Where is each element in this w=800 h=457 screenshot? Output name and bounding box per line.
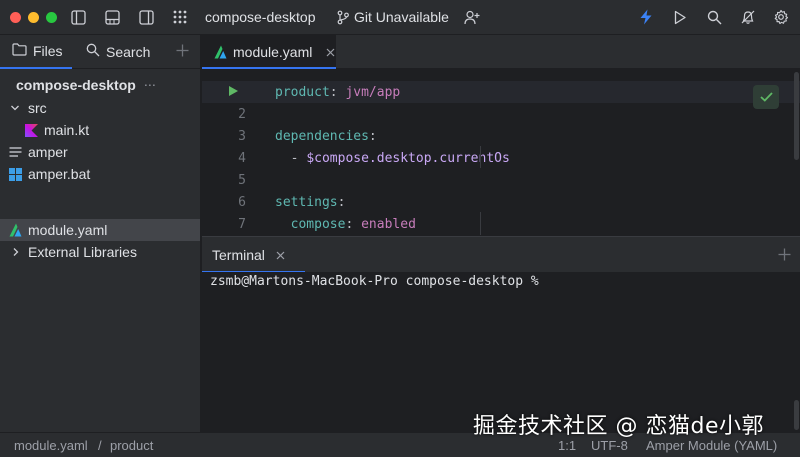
tree-item-label: External Libraries xyxy=(28,244,137,260)
tab-search[interactable]: Search xyxy=(86,43,150,60)
code-line[interactable]: 2 xyxy=(202,103,800,125)
run-icon[interactable] xyxy=(671,8,689,26)
code-text: product: jvm/app xyxy=(275,84,401,100)
bottom-panel-toggle-icon[interactable] xyxy=(103,8,121,26)
search-everywhere-icon[interactable] xyxy=(705,8,723,26)
notifications-off-icon[interactable] xyxy=(739,8,757,26)
terminal-tab-label: Terminal xyxy=(212,247,265,263)
code-line[interactable]: 5 xyxy=(202,169,800,191)
left-panel-tabs: Files Search xyxy=(0,35,200,69)
tab-terminal[interactable]: Terminal xyxy=(202,237,305,273)
code-text: settings: xyxy=(275,194,346,210)
active-tab-indicator xyxy=(202,67,336,69)
bolt-icon[interactable] xyxy=(637,8,655,26)
close-window-button[interactable] xyxy=(10,11,21,23)
module-type[interactable]: Amper Module (YAML) xyxy=(646,438,777,453)
line-number: 6 xyxy=(238,194,246,210)
file-encoding[interactable]: UTF-8 xyxy=(591,438,628,453)
right-panel-toggle-icon[interactable] xyxy=(137,8,155,26)
tree-item-src[interactable]: src xyxy=(0,97,200,119)
line-number: 3 xyxy=(238,128,246,144)
search-icon xyxy=(86,43,100,60)
tree-item-label: amper.bat xyxy=(28,166,91,182)
windows-icon xyxy=(9,167,28,181)
line-number: 2 xyxy=(238,106,246,122)
inspection-ok-icon[interactable] xyxy=(753,85,779,109)
editor-tab-module-yaml[interactable]: module.yaml xyxy=(202,35,336,69)
close-tab-icon[interactable] xyxy=(276,251,285,260)
project-root-label: compose-desktop xyxy=(16,77,136,93)
more-options-icon[interactable]: ⋯ xyxy=(144,78,156,92)
project-tool-window: Files Search compose-desktop ⋯ src main.… xyxy=(0,35,201,432)
indent-guide xyxy=(480,212,481,235)
tab-search-label: Search xyxy=(106,43,151,60)
chevron-down-icon[interactable] xyxy=(10,100,28,116)
settings-gear-icon[interactable] xyxy=(772,8,790,26)
tree-item-amper-bat[interactable]: amper.bat xyxy=(0,163,200,185)
tab-files[interactable]: Files xyxy=(12,43,63,59)
amper-icon xyxy=(9,223,28,237)
terminal-prompt: zsmb@Martons-MacBook-Pro compose-desktop… xyxy=(210,274,539,289)
new-terminal-plus-icon[interactable] xyxy=(778,248,791,261)
tree-item-amper[interactable]: amper xyxy=(0,141,200,163)
title-bar: compose-desktop Git Unavailable xyxy=(0,0,800,35)
folder-icon xyxy=(12,43,27,59)
project-panel-toggle-icon[interactable] xyxy=(69,8,87,26)
amper-icon xyxy=(214,45,227,59)
add-tab-plus-icon[interactable] xyxy=(176,44,189,57)
add-user-icon[interactable] xyxy=(463,8,481,26)
chevron-right-icon[interactable] xyxy=(11,247,28,257)
terminal-tab-bar: Terminal xyxy=(202,236,800,273)
code-text: dependencies: xyxy=(275,128,377,144)
project-name[interactable]: compose-desktop xyxy=(205,9,316,25)
tree-item-module-yaml[interactable]: module.yaml xyxy=(0,219,200,241)
tab-files-label: Files xyxy=(33,43,63,59)
line-number: 7 xyxy=(238,216,246,232)
git-branch-icon xyxy=(334,8,352,26)
watermark-text: 掘金技术社区 @ 恋猫de小郭 xyxy=(473,414,764,439)
code-line[interactable]: 3 dependencies: xyxy=(202,125,800,147)
tree-item-external-libraries[interactable]: External Libraries xyxy=(0,241,200,263)
code-line[interactable]: 6 settings: xyxy=(202,191,800,213)
tree-item-label: amper xyxy=(28,144,68,160)
breadcrumb-file[interactable]: module.yaml xyxy=(14,438,88,453)
tree-root[interactable]: compose-desktop ⋯ xyxy=(0,74,200,96)
code-line[interactable]: 7 compose: enabled xyxy=(202,213,800,235)
kotlin-icon xyxy=(25,123,44,137)
vcs-status[interactable]: Git Unavailable xyxy=(354,9,449,25)
editor-tab-bar: module.yaml xyxy=(202,35,800,69)
close-tab-icon[interactable] xyxy=(326,48,335,57)
terminal-scrollbar[interactable] xyxy=(794,400,799,430)
tree-item-main-kt[interactable]: main.kt xyxy=(0,119,200,141)
line-number: 5 xyxy=(238,172,246,188)
editor-tab-label: module.yaml xyxy=(233,44,313,60)
app-grid-icon[interactable] xyxy=(171,8,189,26)
breadcrumb-key[interactable]: product xyxy=(110,438,153,453)
window-controls xyxy=(10,11,57,23)
tree-item-label: module.yaml xyxy=(28,222,108,238)
caret-position[interactable]: 1:1 xyxy=(558,438,576,453)
editor-scrollbar[interactable] xyxy=(794,72,799,160)
run-gutter-icon[interactable] xyxy=(228,85,239,97)
code-editor[interactable]: product: jvm/app 2 3 dependencies: 4 - $… xyxy=(202,70,800,235)
breadcrumb-separator: / xyxy=(98,438,102,453)
code-text: - $compose.desktop.currentOs xyxy=(275,150,510,166)
text-file-icon xyxy=(9,146,28,158)
code-line[interactable]: product: jvm/app xyxy=(202,81,800,103)
indent-guide xyxy=(480,146,481,168)
line-number: 4 xyxy=(238,150,246,166)
tree-item-label: main.kt xyxy=(44,122,90,138)
active-tab-indicator xyxy=(0,67,72,69)
code-line[interactable]: 4 - $compose.desktop.currentOs xyxy=(202,147,800,169)
code-text: compose: enabled xyxy=(290,216,416,232)
tree-item-label: src xyxy=(28,100,47,116)
maximize-window-button[interactable] xyxy=(46,11,57,23)
minimize-window-button[interactable] xyxy=(28,11,39,23)
